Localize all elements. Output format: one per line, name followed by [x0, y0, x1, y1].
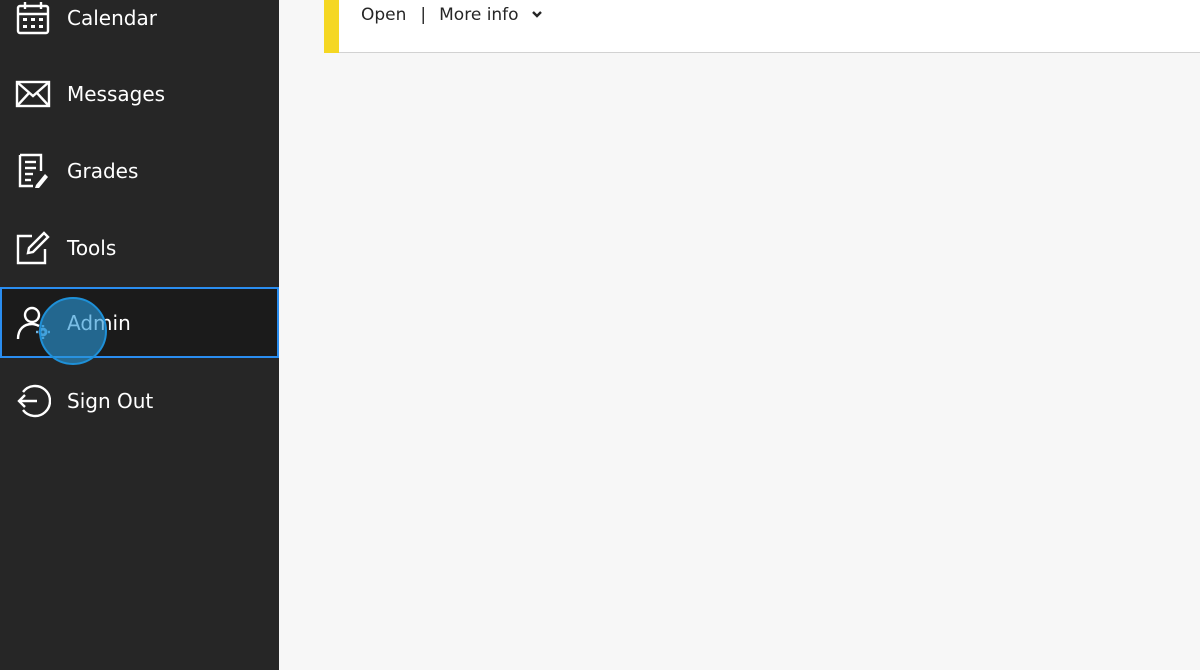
grades-icon — [15, 153, 51, 189]
sidebar-item-grades[interactable]: Grades — [0, 136, 279, 206]
sidebar-item-label: Calendar — [67, 6, 157, 30]
sidebar-item-admin[interactable]: Admin — [0, 287, 279, 358]
sidebar-item-label: Messages — [67, 82, 166, 106]
card-accent-bar — [324, 0, 339, 53]
main-content: Open | More info — [279, 0, 1200, 670]
edit-icon — [15, 230, 51, 266]
sign-out-icon — [15, 383, 51, 419]
more-info-button[interactable]: More info — [439, 5, 543, 25]
sidebar-item-sign-out[interactable]: Sign Out — [0, 366, 279, 436]
sidebar-item-messages[interactable]: Messages — [0, 59, 279, 129]
more-info-label: More info — [439, 5, 519, 25]
calendar-icon — [15, 0, 51, 36]
content-card: Open | More info — [324, 0, 1200, 53]
chevron-down-icon — [531, 8, 543, 20]
sidebar-item-calendar[interactable]: Calendar — [0, 0, 279, 53]
user-gear-icon — [15, 305, 51, 341]
sidebar-item-label: Sign Out — [67, 389, 154, 413]
sidebar-item-label: Tools — [67, 236, 117, 260]
sidebar-item-label: Admin — [67, 310, 131, 335]
sidebar-nav: Calendar Messages Grades Tools Admin Sig… — [0, 0, 279, 670]
open-link[interactable]: Open — [361, 5, 406, 25]
card-actions: Open | More info — [361, 5, 543, 25]
envelope-icon — [15, 76, 51, 112]
sidebar-item-label: Grades — [67, 159, 139, 183]
action-separator: | — [420, 5, 427, 25]
sidebar-item-tools[interactable]: Tools — [0, 213, 279, 283]
